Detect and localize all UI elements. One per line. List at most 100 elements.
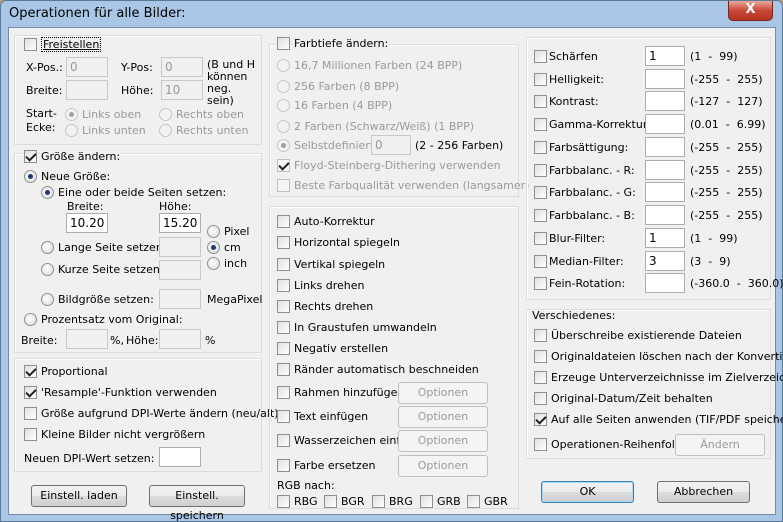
picture-size-radio[interactable] [41, 293, 54, 306]
adjust-8-input[interactable]: 1 [645, 228, 685, 248]
percent-radio[interactable] [24, 313, 37, 326]
replace-color-checkbox[interactable] [277, 459, 290, 472]
load-settings-button[interactable]: Einstell. laden [31, 485, 127, 507]
watermark-options-button[interactable]: Optionen [398, 430, 488, 452]
add-frame-checkbox[interactable] [277, 386, 290, 399]
overwrite-checkbox[interactable] [534, 329, 547, 342]
adjust-3-input[interactable] [645, 114, 685, 134]
short-side-input[interactable] [159, 260, 201, 280]
no-enlarge-checkbox[interactable] [24, 428, 37, 441]
adjust-3-checkbox[interactable] [534, 118, 547, 131]
corner-bottom-left-radio[interactable] [65, 124, 78, 137]
depth-1bpp-radio[interactable] [277, 120, 290, 133]
rgb-gbr-checkbox[interactable] [467, 495, 480, 508]
new-size-label: Neue Größe: [41, 170, 111, 183]
auto-correct-checkbox[interactable] [277, 215, 290, 228]
dither-checkbox[interactable] [277, 159, 290, 172]
close-button[interactable]: X [728, 1, 773, 21]
adjust-7-input[interactable] [645, 205, 685, 225]
rgb-rbg-checkbox[interactable] [277, 495, 290, 508]
watermark-checkbox[interactable] [277, 434, 290, 447]
change-order-button[interactable]: Ändern [675, 434, 765, 456]
resize-height-input[interactable]: 15.20 [159, 213, 201, 233]
adjust-10-checkbox[interactable] [534, 277, 547, 290]
frame-options-button[interactable]: Optionen [398, 382, 488, 404]
adjust-4-input[interactable] [645, 137, 685, 157]
cancel-button[interactable]: Abbrechen [657, 481, 750, 503]
adjust-5-input[interactable] [645, 160, 685, 180]
color-depth-checkbox[interactable] [277, 37, 290, 50]
misc-label: Verschiedenes: [532, 309, 616, 322]
adjust-1-checkbox[interactable] [534, 73, 547, 86]
text-options-button[interactable]: Optionen [398, 406, 488, 428]
long-side-radio[interactable] [41, 241, 54, 254]
adjust-7-checkbox[interactable] [534, 209, 547, 222]
keep-date-checkbox[interactable] [534, 392, 547, 405]
crop-y-input[interactable]: 0 [161, 57, 203, 77]
adjust-9-checkbox[interactable] [534, 255, 547, 268]
depth-24bpp-radio[interactable] [277, 59, 290, 72]
crop-w-input[interactable] [66, 80, 108, 100]
subdirs-checkbox[interactable] [534, 371, 547, 384]
adjust-2-input[interactable] [645, 91, 685, 111]
autocrop-checkbox[interactable] [277, 363, 290, 376]
depth-4bpp-radio[interactable] [277, 99, 290, 112]
rotate-right-checkbox[interactable] [277, 300, 290, 313]
depth-custom-input[interactable]: 0 [371, 135, 411, 155]
percent-width-input[interactable] [66, 329, 108, 349]
rgb-grb-checkbox[interactable] [420, 495, 433, 508]
depth-custom-radio[interactable] [277, 139, 290, 152]
grayscale-checkbox[interactable] [277, 321, 290, 334]
percent-height-input[interactable] [159, 329, 201, 349]
crop-h-input[interactable]: 10 [161, 80, 203, 100]
long-side-input[interactable] [159, 237, 201, 257]
corner-top-right-radio[interactable] [159, 108, 172, 121]
save-settings-button[interactable]: Einstell. speichern [149, 485, 245, 522]
insert-text-checkbox[interactable] [277, 410, 290, 423]
dpi-input[interactable] [159, 447, 201, 467]
dpi-resize-checkbox[interactable] [24, 407, 37, 420]
operation-order-checkbox[interactable] [534, 438, 547, 451]
adjust-6-input[interactable] [645, 182, 685, 202]
adjust-8-checkbox[interactable] [534, 232, 547, 245]
corner-top-left-radio[interactable] [65, 108, 78, 121]
adjust-10-range: (-360.0 - 360.0) [690, 277, 783, 290]
resample-checkbox[interactable] [24, 386, 37, 399]
flip-horizontal-checkbox[interactable] [277, 236, 290, 249]
unit-inch-radio[interactable] [207, 257, 220, 270]
adjust-9-input[interactable]: 3 [645, 251, 685, 271]
depth-8bpp-radio[interactable] [277, 80, 290, 93]
rgb-bgr-checkbox[interactable] [324, 495, 337, 508]
adjust-2-checkbox[interactable] [534, 95, 547, 108]
ok-button[interactable]: OK [541, 481, 634, 503]
new-size-radio[interactable] [24, 170, 37, 183]
adjust-1-input[interactable] [645, 69, 685, 89]
unit-cm-radio[interactable] [207, 241, 220, 254]
adjust-0-checkbox[interactable] [534, 50, 547, 63]
adjust-4-checkbox[interactable] [534, 141, 547, 154]
adjust-10-input[interactable] [645, 273, 685, 293]
all-pages-checkbox[interactable] [534, 413, 547, 426]
adjust-0-input[interactable]: 1 [645, 46, 685, 66]
rgb-brg-checkbox[interactable] [372, 495, 385, 508]
best-quality-checkbox[interactable] [277, 179, 290, 192]
adjust-8-label: Blur-Filter: [549, 232, 606, 245]
adjust-5-checkbox[interactable] [534, 164, 547, 177]
short-side-radio[interactable] [41, 263, 54, 276]
flip-vertical-checkbox[interactable] [277, 258, 290, 271]
crop-x-input[interactable]: 0 [66, 57, 108, 77]
picture-size-input[interactable] [159, 289, 201, 309]
rotate-left-checkbox[interactable] [277, 279, 290, 292]
adjust-6-checkbox[interactable] [534, 186, 547, 199]
title-bar[interactable]: Operationen für alle Bilder: X [1, 1, 782, 27]
delete-originals-checkbox[interactable] [534, 350, 547, 363]
resize-checkbox[interactable] [24, 150, 37, 163]
negative-checkbox[interactable] [277, 342, 290, 355]
one-or-both-radio[interactable] [41, 186, 54, 199]
proportional-checkbox[interactable] [24, 365, 37, 378]
unit-pixel-radio[interactable] [207, 225, 220, 238]
resize-width-input[interactable]: 10.20 [66, 213, 108, 233]
crop-checkbox[interactable] [24, 38, 37, 51]
corner-bottom-right-radio[interactable] [159, 124, 172, 137]
replace-color-options-button[interactable]: Optionen [398, 455, 488, 477]
